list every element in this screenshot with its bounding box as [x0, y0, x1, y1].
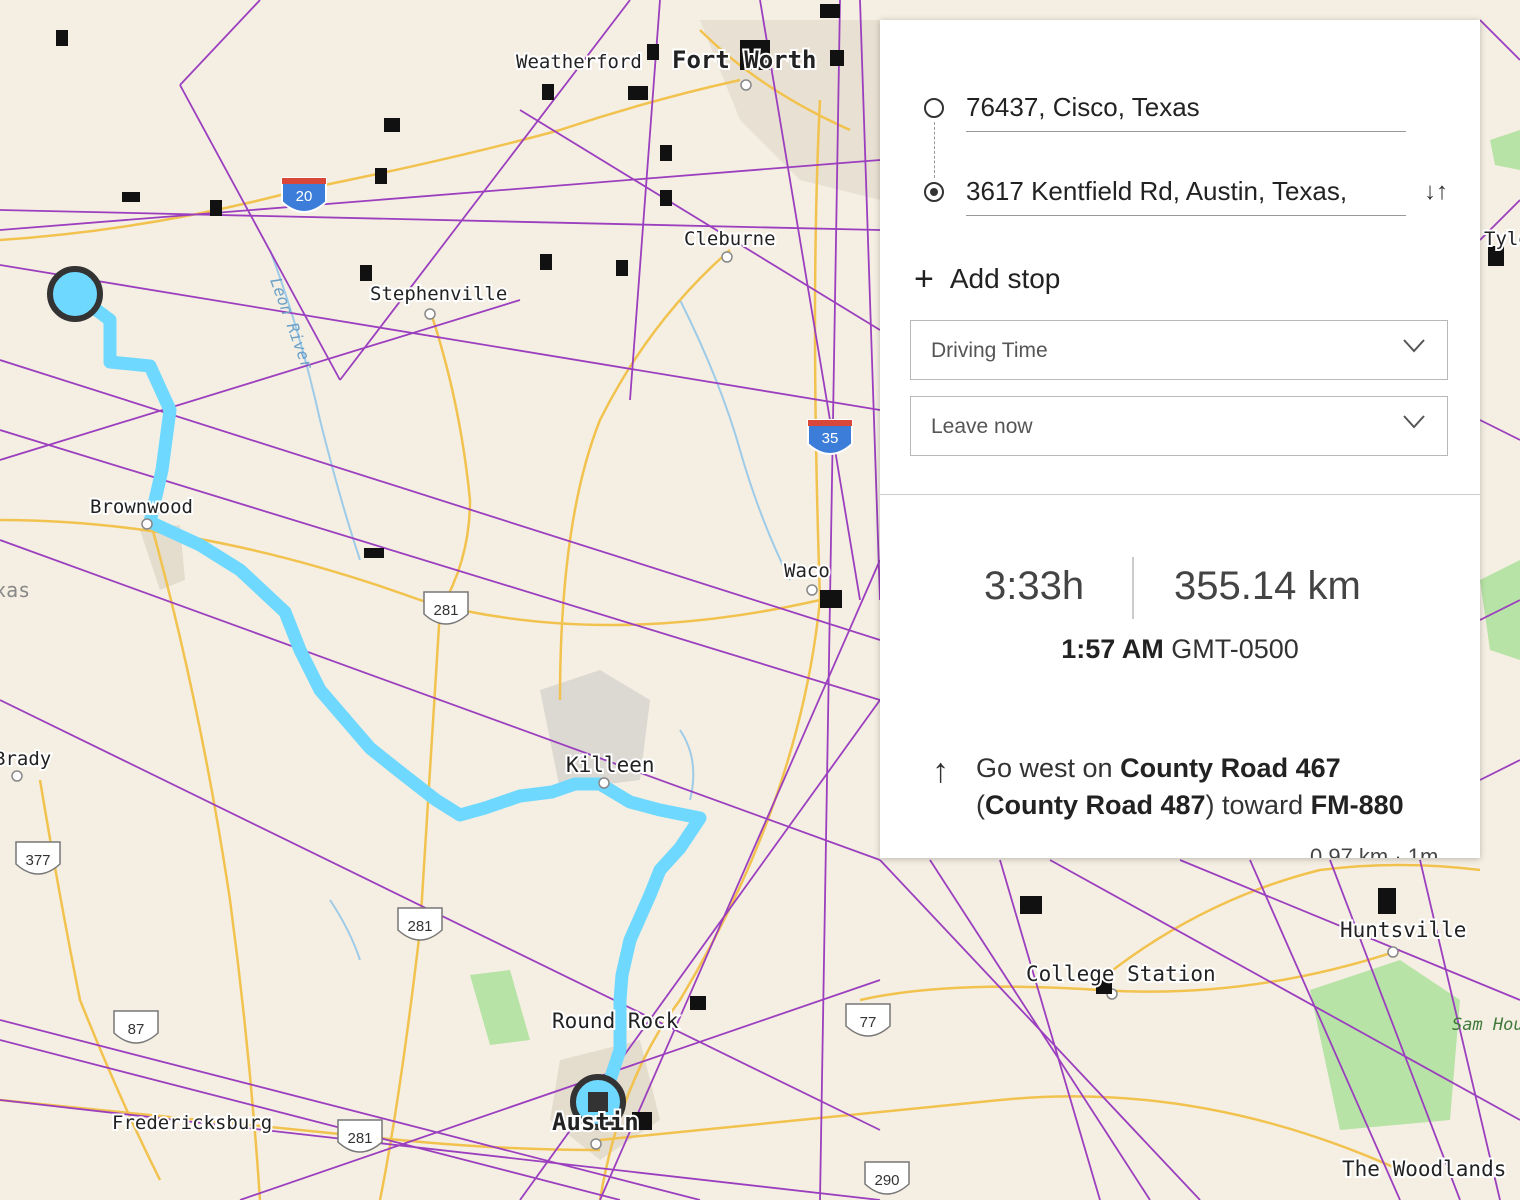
departure-time-select[interactable]: Leave now — [910, 396, 1448, 456]
label-austin: Austin — [552, 1108, 639, 1136]
arrival-info: 1:57 AM GMT-0500 — [880, 634, 1480, 665]
road-shield-label: 290 — [874, 1172, 899, 1189]
step-toward: FM-880 — [1310, 790, 1404, 820]
label-huntsville: Huntsville — [1340, 918, 1466, 942]
label-round-rock: Round Rock — [552, 1009, 679, 1033]
travel-mode-select[interactable]: Driving Time — [910, 320, 1448, 380]
road-shield-87: 87 — [113, 1010, 159, 1044]
road-shield-35: 35 — [807, 419, 853, 455]
add-stop-button[interactable]: + Add stop — [914, 260, 1060, 299]
origin-marker[interactable] — [47, 266, 103, 322]
road-shield-281: 281 — [337, 1119, 383, 1153]
arrow-up-icon: ↑ — [932, 752, 949, 790]
road-shield-label: 281 — [347, 1130, 372, 1147]
route-connector — [934, 122, 935, 178]
label-waco: Waco — [784, 560, 830, 582]
departure-time-label: Leave now — [931, 415, 1033, 438]
road-shield-label: 77 — [860, 1014, 877, 1031]
step-middle: ) toward — [1205, 790, 1311, 820]
label-college-station: College Station — [1026, 962, 1216, 986]
direction-step[interactable]: Go west on County Road 467 (County Road … — [976, 750, 1456, 824]
road-shield-label: 20 — [296, 188, 313, 205]
travel-mode-label: Driving Time — [931, 339, 1048, 362]
label-the-woodlands: The Woodlands — [1342, 1157, 1506, 1181]
summary-separator — [1132, 557, 1134, 619]
add-stop-label: Add stop — [949, 263, 1061, 294]
route-summary: 3:33h 355.14 km — [880, 552, 1480, 622]
panel-divider — [880, 494, 1480, 495]
step-alt-road: County Road 487 — [985, 790, 1206, 820]
label-cleburne: Cleburne — [684, 228, 776, 250]
label-stephenville: Stephenville — [370, 283, 507, 305]
route-distance: 355.14 km — [1174, 564, 1361, 608]
route-duration: 3:33h — [984, 564, 1085, 608]
label-fort-worth: Fort Worth — [672, 46, 817, 74]
road-shield-290: 290 — [864, 1161, 910, 1195]
road-shield-label: 87 — [128, 1021, 145, 1038]
directions-panel: 76437, Cisco, Texas 3617 Kentfield Rd, A… — [880, 20, 1480, 858]
label-fredericksburg: Fredericksburg — [112, 1112, 272, 1134]
destination-circle-icon — [924, 182, 944, 202]
destination-row: 3617 Kentfield Rd, Austin, Texas, — [880, 172, 1480, 232]
chevron-down-icon — [1403, 415, 1425, 429]
label-killeen: Killeen — [566, 753, 655, 777]
label-brady: Brady — [0, 748, 51, 770]
road-shield-label: 377 — [25, 852, 50, 869]
step-prefix: Go west on — [976, 753, 1121, 783]
label-texas: Texas — [0, 578, 30, 602]
chevron-down-icon — [1403, 339, 1425, 353]
origin-row: 76437, Cisco, Texas — [880, 88, 1480, 148]
step-distance: 0.97 km · 1m — [1310, 844, 1439, 858]
swap-arrows-icon[interactable]: ↓↑ — [1424, 178, 1448, 206]
road-shield-281: 281 — [397, 907, 443, 941]
road-shield-281: 281 — [423, 591, 469, 625]
road-shield-label: 35 — [822, 430, 839, 447]
label-sam-houston: Sam Houston National — [1452, 1015, 1520, 1035]
arrival-time: 1:57 AM — [1061, 634, 1164, 664]
step-road: County Road 467 — [1120, 753, 1341, 783]
step-paren: ( — [976, 790, 985, 820]
road-shield-label: 281 — [433, 602, 458, 619]
destination-input[interactable]: 3617 Kentfield Rd, Austin, Texas, — [966, 176, 1406, 216]
label-weatherford: Weatherford — [516, 51, 642, 73]
road-shield-77: 77 — [845, 1003, 891, 1037]
plus-icon: + — [914, 260, 934, 298]
label-tyler: Tyler — [1484, 228, 1520, 250]
road-shield-20: 20 — [281, 177, 327, 213]
arrival-timezone: GMT-0500 — [1171, 634, 1299, 664]
origin-circle-icon — [924, 98, 944, 118]
label-brownwood: Brownwood — [90, 496, 193, 518]
road-shield-377: 377 — [15, 841, 61, 875]
origin-input[interactable]: 76437, Cisco, Texas — [966, 92, 1406, 132]
road-shield-label: 281 — [407, 918, 432, 935]
